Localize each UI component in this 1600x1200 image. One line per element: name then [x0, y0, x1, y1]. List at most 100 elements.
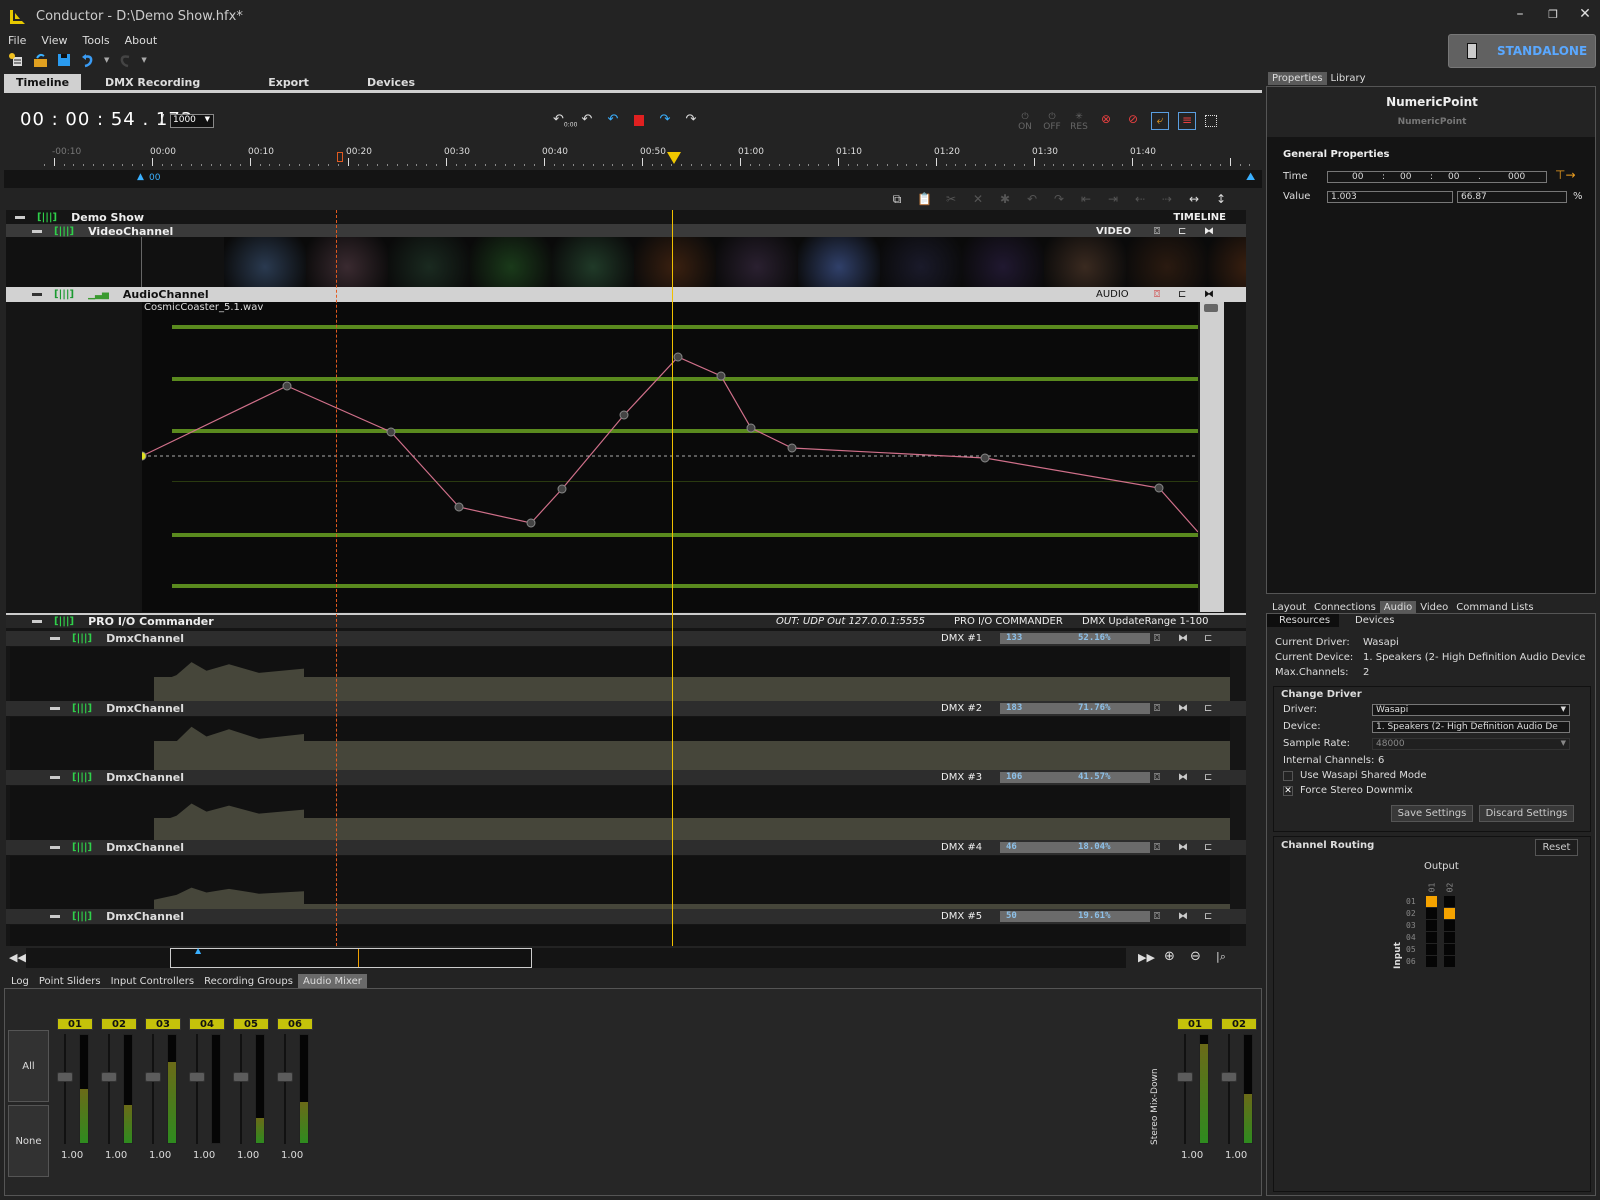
automation-curve[interactable] — [142, 302, 1198, 612]
routing-cell[interactable] — [1444, 908, 1455, 919]
fader-track[interactable] — [240, 1034, 242, 1144]
automation-point[interactable] — [282, 381, 292, 391]
speaker-icon[interactable]: [|||] — [72, 772, 92, 783]
device-select[interactable]: 1. Speakers (2- High Definition Audio De — [1372, 721, 1570, 733]
value-field[interactable]: 1.003 — [1327, 191, 1453, 203]
routing-cell[interactable] — [1426, 932, 1437, 943]
pin-icon[interactable]: ⊏ — [1178, 226, 1186, 237]
stereo-downmix-checkbox[interactable]: ✕ — [1283, 786, 1293, 796]
percent-field[interactable]: 66.87 — [1457, 191, 1567, 203]
zoom-fit-icon[interactable]: ⧓ — [1178, 772, 1188, 783]
scroll-end-icon[interactable]: ▶▶ — [1138, 951, 1155, 964]
tab-properties[interactable]: Properties — [1268, 72, 1327, 85]
undo-point-icon[interactable]: ↶ — [1025, 192, 1039, 206]
automation-point[interactable] — [454, 502, 464, 512]
routing-cell[interactable] — [1426, 944, 1437, 955]
fit-view-icon[interactable]: ⌼ — [1154, 772, 1160, 783]
redo-icon[interactable] — [117, 52, 133, 68]
dmx-value-bar[interactable]: 183 71.76% — [1000, 702, 1150, 714]
fader-knob[interactable] — [57, 1072, 73, 1082]
routing-cell[interactable] — [1444, 920, 1455, 931]
tab-log[interactable]: Log — [6, 974, 34, 989]
go-to-start-icon[interactable]: ↶0:00 — [553, 112, 577, 129]
pin-icon[interactable]: ⊏ — [1204, 633, 1212, 644]
discard-settings-button[interactable]: Discard Settings — [1479, 805, 1574, 822]
automation-point[interactable] — [787, 443, 797, 453]
audio-waveform-area[interactable]: CosmicCoaster_5.1.wav — [142, 302, 1198, 612]
routing-cell[interactable] — [1426, 956, 1437, 967]
automation-point[interactable] — [526, 518, 536, 528]
collapse-icon[interactable] — [50, 776, 60, 779]
subtab-resources[interactable]: Resources — [1279, 615, 1330, 626]
start-marker-icon[interactable]: ▲ — [137, 172, 144, 182]
driver-select[interactable]: Wasapi ▼ — [1372, 704, 1570, 716]
zoom-fit-icon[interactable]: ⧓ — [1178, 703, 1188, 714]
menu-file[interactable]: File — [8, 34, 26, 50]
pin-icon[interactable]: ⊏ — [1204, 703, 1212, 714]
fit-view-icon[interactable]: ⌼ — [1154, 911, 1160, 922]
jump-back-icon[interactable]: ↶ — [605, 112, 621, 128]
menu-view[interactable]: View — [41, 34, 67, 50]
undo-icon[interactable] — [80, 52, 96, 68]
zoom-fit-icon[interactable]: ⧓ — [1204, 289, 1214, 300]
add-point-icon[interactable]: ✱ — [998, 192, 1012, 206]
save-settings-button[interactable]: Save Settings — [1391, 805, 1473, 822]
fader-track[interactable] — [196, 1034, 198, 1144]
automation-point[interactable] — [619, 410, 629, 420]
scroll-thumb[interactable]: ▲ — [170, 946, 532, 968]
tab-input-controllers[interactable]: Input Controllers — [106, 974, 199, 989]
automation-point[interactable] — [386, 427, 396, 437]
fader-track[interactable] — [108, 1034, 110, 1144]
lock-horizontal-icon[interactable]: ↔ — [1187, 192, 1201, 206]
add-marker-icon[interactable]: ⛰ — [1246, 170, 1255, 184]
collapse-icon[interactable] — [50, 845, 60, 849]
delete-icon[interactable]: ✕ — [971, 192, 985, 206]
speaker-icon[interactable]: [|||] — [54, 289, 74, 300]
menu-about[interactable]: About — [125, 34, 158, 50]
tab-devices[interactable]: Devices — [355, 74, 427, 90]
marker-bar[interactable]: ▲ 00 ⛰ — [4, 170, 1262, 188]
time-ruler[interactable]: -00:10 00:00 00:10 00:20 00:30 00:40 00:50 01:0… — [4, 140, 1262, 173]
standalone-button[interactable]: STANDALONE — [1448, 34, 1596, 68]
fader-knob[interactable] — [1177, 1072, 1193, 1082]
automation-point[interactable] — [746, 423, 756, 433]
playhead-line[interactable] — [672, 210, 673, 946]
selection-box-icon[interactable] — [1205, 115, 1217, 127]
copy-icon[interactable]: ⧉ — [890, 192, 904, 206]
tab-audio-mixer[interactable]: Audio Mixer — [297, 974, 367, 989]
speaker-icon[interactable]: [|||] — [72, 842, 92, 853]
speaker-icon[interactable]: [|||] — [54, 226, 74, 237]
fader-knob[interactable] — [277, 1072, 293, 1082]
fader-knob[interactable] — [1221, 1072, 1237, 1082]
collapse-icon[interactable] — [50, 706, 60, 710]
stop-icon[interactable] — [634, 115, 644, 126]
speaker-icon[interactable]: [|||] — [72, 911, 92, 922]
fit-view-icon[interactable]: ⌼ — [1154, 289, 1160, 300]
time-seconds[interactable]: 00 — [1448, 172, 1459, 182]
set-time-icon[interactable]: ⊤→ — [1555, 168, 1576, 182]
open-file-icon[interactable] — [32, 52, 48, 68]
fps-select[interactable]: 1000 ▼ — [170, 114, 214, 128]
audio-vertical-slider[interactable] — [1200, 302, 1224, 612]
move-right-icon[interactable]: ⇢ — [1160, 192, 1174, 206]
zoom-fit-icon[interactable]: |⌕ — [1216, 950, 1226, 964]
fader-knob[interactable] — [233, 1072, 249, 1082]
loop-marker-icon[interactable]: ⤶ — [1151, 112, 1169, 130]
paste-icon[interactable]: 📋 — [917, 192, 932, 206]
marker-record-o-icon[interactable]: ⊘ — [1124, 112, 1142, 130]
align-left-icon[interactable]: ⇤ — [1079, 192, 1093, 206]
reset-icon[interactable]: ✳ RES — [1070, 112, 1088, 132]
fader-track[interactable] — [1228, 1034, 1230, 1144]
fit-view-icon[interactable]: ⌼ — [1154, 703, 1160, 714]
tab-export[interactable]: Export — [256, 74, 321, 90]
collapse-icon[interactable] — [32, 620, 42, 623]
routing-cell[interactable] — [1426, 896, 1437, 907]
fader-knob[interactable] — [145, 1072, 161, 1082]
subtab-devices[interactable]: Devices — [1355, 615, 1394, 626]
pin-icon[interactable]: ⊏ — [1204, 772, 1212, 783]
dmx-value-bar[interactable]: 106 41.57% — [1000, 772, 1150, 783]
undo-dropdown-icon[interactable]: ▼ — [104, 56, 109, 64]
loop-marker-handle[interactable] — [337, 152, 343, 162]
reset-button[interactable]: Reset — [1535, 839, 1578, 856]
collapse-icon[interactable] — [50, 637, 60, 640]
